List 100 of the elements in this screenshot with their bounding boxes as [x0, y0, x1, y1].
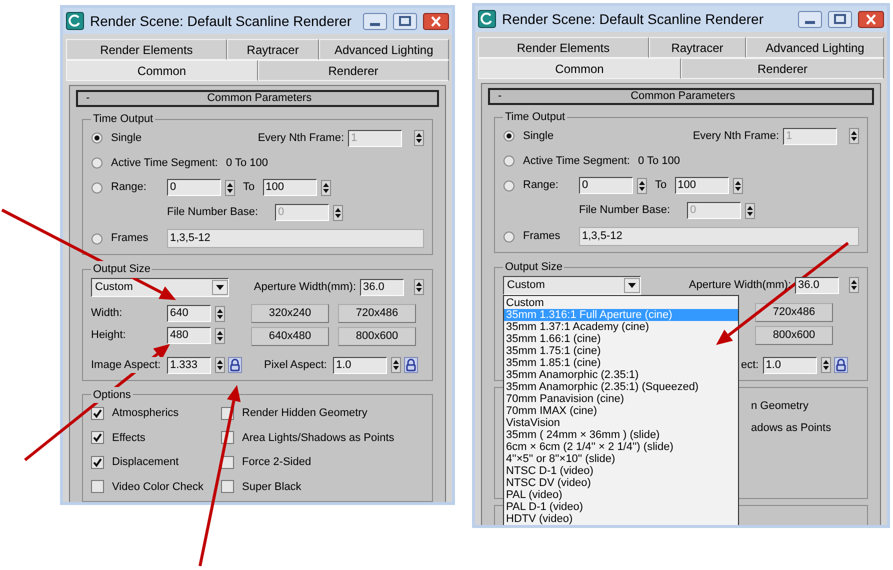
radio-icon[interactable] — [91, 132, 103, 144]
list-item[interactable]: PAL (video) — [504, 488, 738, 500]
checkbox-option[interactable]: Area Lights/Shadows as Points — [221, 430, 424, 446]
tab[interactable]: Raytracer — [648, 37, 746, 58]
tab[interactable]: Raytracer — [226, 39, 319, 60]
spinner-icon[interactable] — [849, 277, 859, 293]
tab[interactable]: Common — [478, 58, 681, 79]
spinner-icon[interactable] — [333, 204, 343, 220]
spinner-icon[interactable] — [849, 128, 859, 144]
number-field[interactable]: 480 — [167, 327, 211, 344]
spinner-icon[interactable] — [215, 357, 225, 373]
frames-field[interactable]: 1,3,5-12 — [167, 229, 424, 248]
list-item[interactable]: 35mm ( 24mm × 36mm ) (slide) — [504, 428, 738, 440]
checkbox-icon[interactable] — [221, 480, 234, 494]
list-item[interactable]: 35mm Anamorphic (2.35:1) — [504, 368, 738, 380]
spinner-icon[interactable] — [820, 357, 831, 373]
checkbox-option[interactable]: Force 2-Sided — [221, 454, 424, 470]
radio-icon[interactable] — [503, 154, 515, 167]
radio-icon[interactable] — [503, 130, 515, 142]
number-field[interactable]: 1.0 — [762, 356, 817, 374]
list-item[interactable]: 70mm Panavision (cine) — [504, 392, 738, 404]
checkbox-icon[interactable] — [91, 456, 104, 469]
maximize-button[interactable] — [828, 10, 852, 28]
radio-option[interactable]: Single — [91, 130, 142, 146]
preset-size-button[interactable]: 720x486 — [338, 304, 416, 322]
number-field[interactable]: 0 — [579, 177, 633, 194]
list-item[interactable]: 35mm 1.37:1 Academy (cine) — [504, 320, 738, 332]
maximize-button[interactable] — [393, 12, 417, 30]
number-field[interactable]: 1.0 — [332, 356, 387, 374]
list-item[interactable]: 70mm IMAX (cine) — [504, 404, 738, 416]
preset-size-button[interactable]: 320x240 — [251, 304, 329, 322]
spinner-icon[interactable] — [732, 178, 743, 194]
spinner-icon[interactable] — [215, 306, 225, 322]
lock-icon[interactable] — [834, 357, 848, 373]
checkbox-option[interactable]: Video Color Check — [91, 478, 221, 495]
radio-option[interactable]: Single — [503, 128, 554, 144]
radio-icon[interactable] — [91, 232, 103, 244]
spinner-icon[interactable] — [637, 178, 647, 194]
checkbox-option[interactable]: Displacement — [91, 454, 221, 470]
list-item[interactable]: 35mm Anamorphic (2.35:1) (Squeezed) — [504, 380, 738, 392]
list-item[interactable]: HDTV (video) — [504, 512, 738, 524]
number-field[interactable]: 1.333 — [167, 356, 211, 374]
preset-size-button[interactable]: 800x600 — [338, 326, 416, 346]
checkbox-icon[interactable] — [91, 480, 104, 494]
list-item[interactable]: PAL D-1 (video) — [504, 500, 738, 512]
checkbox-option[interactable]: Super Black — [221, 478, 424, 495]
list-item[interactable]: NTSC D-1 (video) — [504, 464, 738, 476]
number-field[interactable]: 0 — [167, 179, 221, 196]
close-button[interactable] — [423, 12, 449, 30]
checkbox-option[interactable]: Render Hidden Geometry — [221, 405, 424, 422]
list-item[interactable]: 35mm 1.75:1 (cine) — [504, 344, 738, 356]
tab[interactable]: Render Elements — [66, 39, 227, 60]
spinner-icon[interactable] — [215, 328, 225, 344]
spinner-icon[interactable] — [320, 180, 331, 196]
number-field[interactable]: 100 — [674, 177, 729, 194]
tab[interactable]: Advanced Lighting — [318, 39, 449, 60]
preset-dropdown[interactable]: Custom — [503, 276, 641, 294]
number-field[interactable]: 36.0 — [360, 278, 404, 296]
radio-option[interactable]: Active Time Segment: — [91, 154, 218, 171]
spinner-icon[interactable] — [745, 202, 755, 218]
spinner-icon[interactable] — [225, 180, 235, 196]
radio-icon[interactable] — [91, 156, 103, 169]
radio-option[interactable]: Frames — [503, 228, 579, 245]
list-item[interactable]: Custom — [504, 296, 738, 308]
tab[interactable]: Advanced Lighting — [746, 37, 884, 58]
checkbox-option[interactable]: Atmospherics — [91, 405, 221, 422]
rollout-header[interactable]: - Common Parameters — [488, 88, 874, 105]
lock-icon[interactable] — [228, 357, 242, 373]
frames-field[interactable]: 1,3,5-12 — [579, 227, 859, 246]
number-field[interactable]: 640 — [167, 305, 211, 322]
number-field[interactable]: 100 — [262, 179, 317, 196]
checkbox-icon[interactable] — [91, 406, 104, 420]
minimize-button[interactable] — [363, 12, 387, 30]
minimize-button[interactable] — [798, 10, 822, 28]
preset-size-button[interactable]: 800x600 — [755, 326, 833, 344]
radio-option[interactable]: Range: — [503, 177, 579, 194]
number-field[interactable]: 36.0 — [795, 276, 839, 294]
spinner-icon[interactable] — [390, 357, 401, 373]
radio-icon[interactable] — [503, 230, 515, 242]
radio-option[interactable]: Frames — [91, 230, 167, 247]
tab[interactable]: Renderer — [681, 58, 884, 79]
tab[interactable]: Renderer — [258, 60, 449, 81]
list-item[interactable]: 6cm × 6cm (2 1/4'' × 2 1/4'') (slide) — [504, 440, 738, 452]
checkbox-option[interactable]: Effects — [91, 430, 221, 446]
preset-size-button[interactable]: 640x480 — [251, 326, 329, 346]
preset-size-button[interactable]: 720x486 — [755, 302, 833, 322]
radio-option[interactable]: Range: — [91, 179, 167, 196]
list-item[interactable]: VistaVision — [504, 416, 738, 428]
list-item[interactable]: 35mm 1.66:1 (cine) — [504, 332, 738, 344]
spinner-icon[interactable] — [414, 130, 424, 146]
lock-icon[interactable] — [404, 357, 418, 373]
radio-icon[interactable] — [503, 180, 515, 192]
preset-dropdown[interactable]: Custom — [91, 278, 229, 296]
spinner-icon[interactable] — [414, 279, 424, 295]
list-item[interactable]: NTSC DV (video) — [504, 476, 738, 488]
checkbox-icon[interactable] — [91, 431, 104, 444]
close-button[interactable] — [858, 10, 884, 28]
list-item[interactable]: 35mm 1.85:1 (cine) — [504, 356, 738, 368]
tab[interactable]: Common — [66, 60, 258, 81]
rollout-header[interactable]: - Common Parameters — [76, 90, 439, 107]
